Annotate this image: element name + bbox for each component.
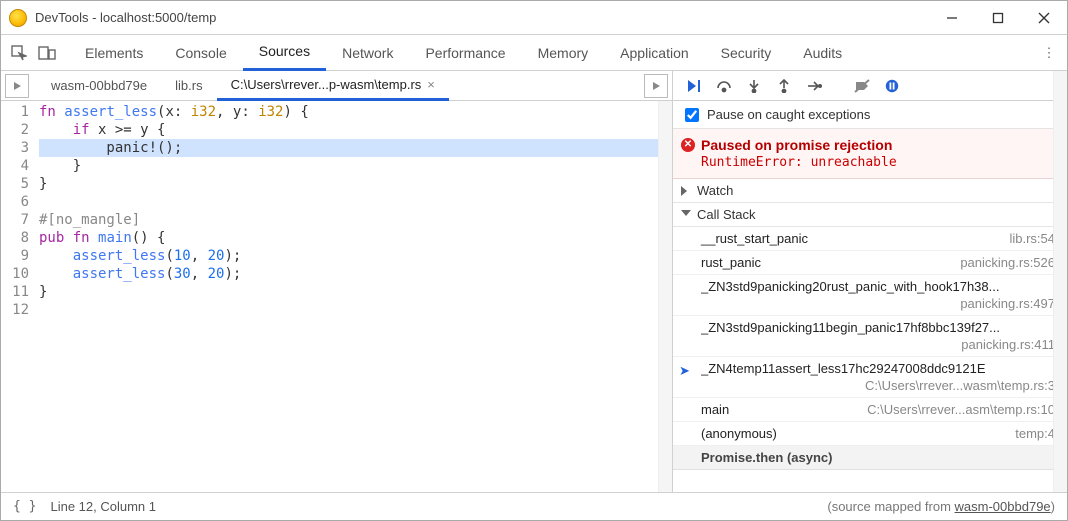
code-body[interactable]: fn assert_less(x: i32, y: i32) { if x >=… [35,101,672,492]
tab-application[interactable]: Application [604,35,705,71]
overflow-menu-icon[interactable]: ⋮ [1035,45,1063,61]
code-line[interactable]: pub fn main() { [39,229,672,247]
code-line[interactable]: assert_less(30, 20); [39,265,672,283]
code-line[interactable]: } [39,175,672,193]
source-mapped-link[interactable]: wasm-00bbd79e [955,499,1051,514]
paused-message: RuntimeError: unreachable [701,155,1057,170]
debugger-toolbar [673,71,1067,101]
chevron-down-icon [681,210,691,216]
cursor-position: Line 12, Column 1 [50,499,156,514]
line-gutter: 123456789101112 [1,101,35,492]
pause-on-caught-checkbox[interactable] [685,108,699,122]
minimize-button[interactable] [929,1,975,35]
file-tab[interactable]: C:\Users\rrever...p-wasm\temp.rs× [217,71,449,101]
status-bar: { } Line 12, Column 1 (source mapped fro… [1,492,1067,520]
maximize-button[interactable] [975,1,1021,35]
more-tabs-button[interactable] [644,74,668,98]
pretty-print-icon[interactable]: { } [13,499,36,514]
stack-frame[interactable]: (anonymous)temp:4 [673,422,1067,446]
tab-audits[interactable]: Audits [787,35,858,71]
file-tabbar: wasm-00bbd79elib.rsC:\Users\rrever...p-w… [1,71,672,101]
step-over-button[interactable] [713,75,735,97]
device-toolbar-icon[interactable] [33,39,61,67]
navigator-toggle-button[interactable] [5,74,29,98]
chevron-right-icon [681,186,687,196]
pause-exceptions-button[interactable] [881,75,903,97]
source-editor[interactable]: 123456789101112 fn assert_less(x: i32, y… [1,101,672,492]
code-line[interactable]: if x >= y { [39,121,672,139]
callstack-section-header[interactable]: Call Stack [673,203,1067,227]
paused-banner: ✕ Paused on promise rejection RuntimeErr… [673,129,1067,179]
stack-frame[interactable]: _ZN3std9panicking11begin_panic17hf8bbc13… [673,316,1067,357]
devtools-app-icon [9,9,27,27]
code-line[interactable]: } [39,283,672,301]
async-separator: Promise.then (async) [673,446,1067,470]
pause-on-caught-row: Pause on caught exceptions [673,101,1067,129]
error-icon: ✕ [681,138,695,152]
tab-console[interactable]: Console [159,35,242,71]
debugger-panel: Pause on caught exceptions ✕ Paused on p… [673,71,1067,492]
tab-memory[interactable]: Memory [522,35,605,71]
devtools-tabbar: ElementsConsoleSourcesNetworkPerformance… [1,35,1067,71]
window-title: DevTools - localhost:5000/temp [35,10,929,25]
close-tab-icon[interactable]: × [427,77,435,92]
tab-network[interactable]: Network [326,35,409,71]
code-line[interactable] [39,301,672,319]
code-line[interactable] [39,193,672,211]
step-into-button[interactable] [743,75,765,97]
close-button[interactable] [1021,1,1067,35]
code-line[interactable]: assert_less(10, 20); [39,247,672,265]
file-tab[interactable]: lib.rs [161,71,216,101]
tab-security[interactable]: Security [705,35,788,71]
stack-frame[interactable]: _ZN3std9panicking20rust_panic_with_hook1… [673,275,1067,316]
tab-performance[interactable]: Performance [409,35,521,71]
stack-frame[interactable]: rust_panicpanicking.rs:526 [673,251,1067,275]
source-mapped-label: (source mapped from wasm-00bbd79e) [827,499,1055,514]
paused-title: Paused on promise rejection [701,137,1057,153]
call-stack-list: __rust_start_paniclib.rs:54rust_panicpan… [673,227,1067,492]
window-titlebar: DevTools - localhost:5000/temp [1,1,1067,35]
stack-frame[interactable]: ➤_ZN4temp11assert_less17hc29247008ddc912… [673,357,1067,398]
inspect-element-icon[interactable] [5,39,33,67]
code-line[interactable]: fn assert_less(x: i32, y: i32) { [39,103,672,121]
tab-elements[interactable]: Elements [69,35,159,71]
stack-frame[interactable]: mainC:\Users\rrever...asm\temp.rs:10 [673,398,1067,422]
current-frame-icon: ➤ [679,363,690,379]
step-out-button[interactable] [773,75,795,97]
editor-scrollbar[interactable] [658,101,672,492]
debugger-scrollbar[interactable] [1053,71,1067,492]
code-line[interactable]: panic!(); [39,139,672,157]
deactivate-breakpoints-button[interactable] [851,75,873,97]
resume-button[interactable] [683,75,705,97]
watch-section-header[interactable]: Watch [673,179,1067,203]
code-line[interactable]: #[no_mangle] [39,211,672,229]
stack-frame[interactable]: __rust_start_paniclib.rs:54 [673,227,1067,251]
tab-sources[interactable]: Sources [243,35,326,71]
pause-on-caught-label: Pause on caught exceptions [707,107,870,122]
code-line[interactable]: } [39,157,672,175]
step-button[interactable] [803,75,825,97]
file-tab[interactable]: wasm-00bbd79e [37,71,161,101]
